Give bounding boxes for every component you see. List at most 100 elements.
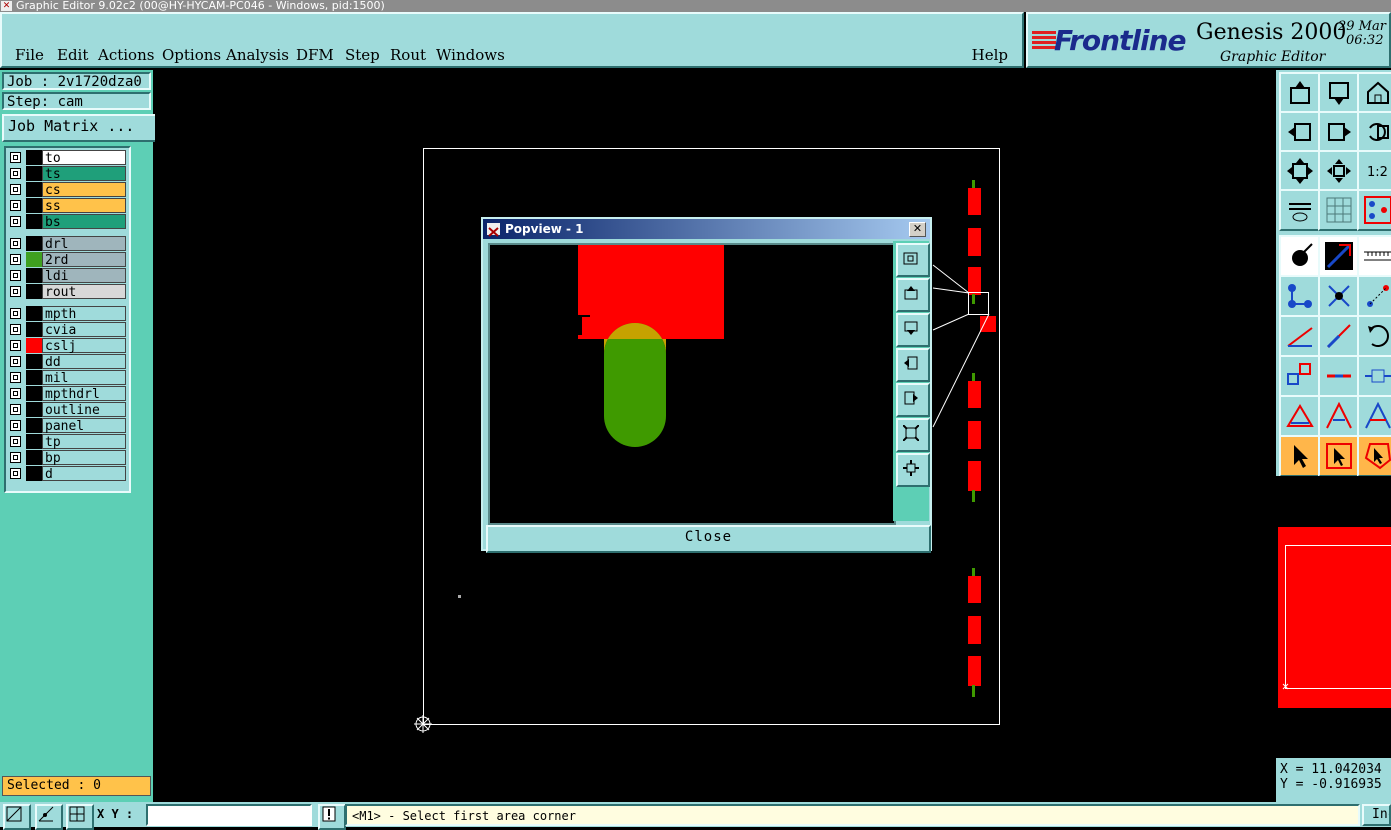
layer-checkbox[interactable] xyxy=(10,238,21,249)
layer-row-mil[interactable]: mil xyxy=(8,370,126,385)
layer-color-swatch[interactable] xyxy=(26,418,42,433)
inc-button[interactable]: Inc xyxy=(1362,804,1391,826)
popview-close-button[interactable]: Close xyxy=(486,525,931,553)
layer-row-rout[interactable]: rout xyxy=(8,284,126,299)
popview-pan-left-icon[interactable] xyxy=(896,348,930,382)
layer-checkbox[interactable] xyxy=(10,152,21,163)
menu-rout[interactable]: Rout xyxy=(390,46,426,64)
window-app-icon[interactable]: ✕ xyxy=(1,1,12,11)
layer-name[interactable]: d xyxy=(42,466,126,481)
layer-checkbox[interactable] xyxy=(10,404,21,415)
menu-options[interactable]: Options xyxy=(162,46,221,64)
line-draw-icon[interactable] xyxy=(1318,315,1360,357)
layer-color-swatch[interactable] xyxy=(26,252,42,267)
layer-name[interactable]: bs xyxy=(42,214,126,229)
layer-color-swatch[interactable] xyxy=(26,434,42,449)
menu-dfm[interactable]: DFM xyxy=(296,46,334,64)
layer-checkbox[interactable] xyxy=(10,254,21,265)
layer-color-swatch[interactable] xyxy=(26,182,42,197)
layer-name[interactable]: to xyxy=(42,150,126,165)
home-icon[interactable] xyxy=(1357,72,1391,114)
layer-row-bp[interactable]: bp xyxy=(8,450,126,465)
pan-left-icon[interactable] xyxy=(1279,111,1321,153)
grid-snap-icon[interactable] xyxy=(66,804,94,830)
layer-checkbox[interactable] xyxy=(10,388,21,399)
layer-checkbox[interactable] xyxy=(10,356,21,367)
menu-windows[interactable]: Windows xyxy=(436,46,505,64)
layer-row-mpthdrl[interactable]: mpthdrl xyxy=(8,386,126,401)
popview-zoom-out-icon[interactable] xyxy=(896,418,930,452)
layer-color-swatch[interactable] xyxy=(26,370,42,385)
resize-line-icon[interactable] xyxy=(1318,355,1360,397)
overview-map[interactable] xyxy=(1276,476,1391,756)
layer-checkbox[interactable] xyxy=(10,420,21,431)
layer-row-panel[interactable]: panel xyxy=(8,418,126,433)
rotate-icon[interactable] xyxy=(1357,315,1391,357)
popview-zoom-view[interactable] xyxy=(488,243,896,525)
layer-color-swatch[interactable] xyxy=(26,354,42,369)
layer-checkbox[interactable] xyxy=(10,468,21,479)
layer-name[interactable]: cvia xyxy=(42,322,126,337)
move-copy-icon[interactable] xyxy=(1279,355,1321,397)
popview-pan-right-icon[interactable] xyxy=(896,383,930,417)
popview-pan-up-icon[interactable] xyxy=(896,278,930,312)
layer-name[interactable]: cslj xyxy=(42,338,126,353)
popview-zoom-in-icon[interactable] xyxy=(896,453,930,487)
layer-color-swatch[interactable] xyxy=(26,268,42,283)
measure-settings-icon[interactable] xyxy=(1279,189,1321,231)
popview-close-icon[interactable]: ✕ xyxy=(909,222,926,237)
menu-analysis[interactable]: Analysis xyxy=(226,46,289,64)
layer-row-outline[interactable]: outline xyxy=(8,402,126,417)
layer-row-ts[interactable]: ts xyxy=(8,166,126,181)
stretch-icon[interactable] xyxy=(1357,355,1391,397)
triangle-cutout-icon[interactable] xyxy=(1279,395,1321,437)
layer-checkbox[interactable] xyxy=(10,324,21,335)
layer-color-swatch[interactable] xyxy=(26,466,42,481)
menu-file[interactable]: File xyxy=(15,46,44,64)
layer-row-drl[interactable]: drl xyxy=(8,236,126,251)
add-pad-icon[interactable] xyxy=(1279,275,1321,317)
select-feature-icon[interactable] xyxy=(1279,235,1321,277)
menu-actions[interactable]: Actions xyxy=(98,46,154,64)
delete-feature-icon[interactable] xyxy=(1318,275,1360,317)
triangle-edit-icon[interactable] xyxy=(1318,395,1360,437)
layer-name[interactable]: ldi xyxy=(42,268,126,283)
layer-color-swatch[interactable] xyxy=(26,306,42,321)
layer-name[interactable]: 2rd xyxy=(42,252,126,267)
layer-row-d[interactable]: d xyxy=(8,466,126,481)
layer-checkbox[interactable] xyxy=(10,372,21,383)
layer-checkbox[interactable] xyxy=(10,200,21,211)
zoom-previous-icon[interactable] xyxy=(1357,111,1391,153)
layer-name[interactable]: drl xyxy=(42,236,126,251)
layer-checkbox[interactable] xyxy=(10,168,21,179)
layer-row-ldi[interactable]: ldi xyxy=(8,268,126,283)
layer-color-swatch[interactable] xyxy=(26,284,42,299)
popview-zoom-fit-icon[interactable] xyxy=(896,243,930,277)
layer-row-2rd[interactable]: 2rd xyxy=(8,252,126,267)
grid-icon[interactable] xyxy=(1318,189,1360,231)
layer-color-swatch[interactable] xyxy=(26,214,42,229)
zoom-home-up-icon[interactable] xyxy=(1279,72,1321,114)
layer-row-cs[interactable]: cs xyxy=(8,182,126,197)
layer-checkbox[interactable] xyxy=(10,270,21,281)
layer-row-cslj[interactable]: cslj xyxy=(8,338,126,353)
layer-color-swatch[interactable] xyxy=(26,386,42,401)
layer-name[interactable]: ts xyxy=(42,166,126,181)
layer-name[interactable]: tp xyxy=(42,434,126,449)
layer-name[interactable]: rout xyxy=(42,284,126,299)
layer-name[interactable]: panel xyxy=(42,418,126,433)
layer-row-mpth[interactable]: mpth xyxy=(8,306,126,321)
layer-row-dd[interactable]: dd xyxy=(8,354,126,369)
layer-name[interactable]: outline xyxy=(42,402,126,417)
zoom-center-icon[interactable] xyxy=(1318,150,1360,192)
layer-name[interactable]: mpth xyxy=(42,306,126,321)
layer-checkbox[interactable] xyxy=(10,308,21,319)
layer-checkbox[interactable] xyxy=(10,184,21,195)
snap-settings-icon[interactable] xyxy=(1357,189,1391,231)
layer-color-swatch[interactable] xyxy=(26,236,42,251)
popview-title-bar[interactable]: Popview - 1 xyxy=(483,219,930,239)
layer-color-swatch[interactable] xyxy=(26,402,42,417)
triangle-stretch-icon[interactable] xyxy=(1357,395,1391,437)
layer-color-swatch[interactable] xyxy=(26,150,42,165)
pointer-poly-select-icon[interactable] xyxy=(1357,435,1391,477)
